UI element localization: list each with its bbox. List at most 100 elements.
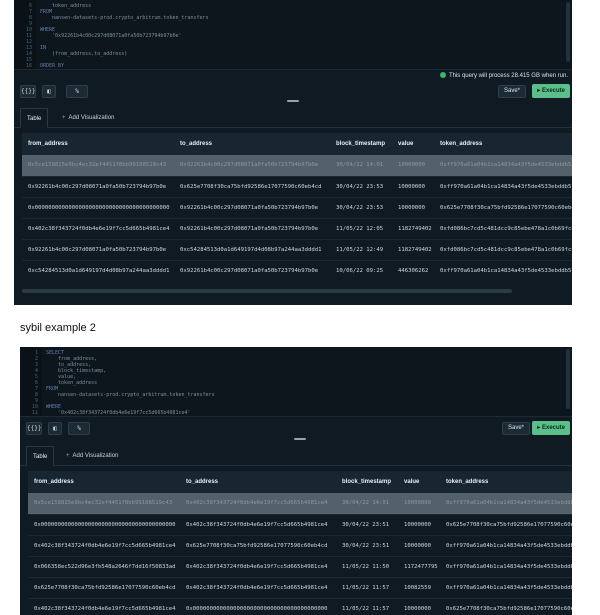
table-cell[interactable]: 1182749402 (392, 218, 434, 240)
table-cell[interactable]: 0x00000000000000000000000000000000000000… (22, 197, 174, 219)
layout-toggle-button[interactable]: ◧ (48, 422, 62, 435)
table-cell[interactable]: 0xff970a61a04b1ca14834a43f5de4533ebddb5c… (440, 535, 572, 557)
table-cell[interactable]: 10000000 (392, 197, 434, 219)
column-header[interactable]: token_address (434, 133, 572, 155)
table-cell[interactable]: 0xc54284513d0a1d649197d4d08b97a244aa3ddd… (22, 260, 174, 277)
editor-scrollbar[interactable] (566, 2, 570, 62)
column-header[interactable]: block_timestamp (336, 471, 398, 493)
table-cell[interactable]: 10000000 (392, 155, 434, 177)
table-cell[interactable]: 0xfd086bc7cd5c481dcc9c85ebe478a1c0b69fcb… (434, 239, 572, 261)
table-cell[interactable]: 1182749402 (392, 239, 434, 261)
table-cell[interactable]: 0x92261b4c00c297d08071a0fa50b723794b97b0… (174, 197, 330, 219)
column-header[interactable]: value (398, 471, 440, 493)
table-cell[interactable]: 30/04/22 23:51 (336, 514, 398, 536)
table-cell[interactable]: 11/05/22 11:57 (336, 598, 398, 615)
table-row[interactable]: 0xc54284513d0a1d649197d4d08b97a244aa3ddd… (22, 260, 572, 277)
table-cell[interactable]: 0x402c38f343724f0db4e6e19f7cc5d665b4981c… (180, 577, 336, 599)
column-header[interactable]: from_address (22, 133, 174, 155)
column-header[interactable]: from_address (28, 471, 180, 493)
table-cell[interactable]: 10000000 (398, 514, 440, 536)
table-cell[interactable]: 0x402c38f343724f0db4e6e19f7cc5d665b4981c… (180, 493, 336, 515)
table-cell[interactable]: 0x625e7708f30ca75bfd92586e17077590c60eb4… (28, 577, 180, 599)
tab-add-visualization[interactable]: + Add Visualization (56, 108, 120, 128)
tab-table[interactable]: Table (26, 446, 55, 466)
sql-editor[interactable]: 1 SELECT 2 from_address, 3 to_address, 4 blo… (20, 347, 572, 417)
table-row[interactable]: 0x92261b4c00c297d08071a0fa50b723794b97b0… (22, 239, 572, 261)
column-header[interactable]: to_address (180, 471, 336, 493)
format-button[interactable]: {{}} (20, 85, 36, 98)
table-row[interactable]: 0x00000000000000000000000000000000000000… (28, 514, 572, 536)
table-cell[interactable]: 10082559 (398, 577, 440, 599)
table-cell[interactable]: 0x625e7708f30ca75bfd92586e17077590c60eb4… (440, 514, 572, 536)
table-cell[interactable]: 0xff970a61a04b1ca14834a43f5de4533ebddb5c… (434, 260, 572, 277)
table-cell[interactable]: 10000000 (392, 176, 434, 198)
table-cell[interactable]: 0x402c38f343724f0db4e6e19f7cc5d665b4981c… (180, 556, 336, 578)
column-header[interactable]: block_timestamp (330, 133, 392, 155)
table-cell[interactable]: 10000000 (398, 493, 440, 515)
table-cell[interactable]: 0xfd086bc7cd5c481dcc9c85ebe478a1c0b69fcb… (434, 218, 572, 240)
table-row[interactable]: 0x402c38f343724f0db4e6e19f7cc5d665b4981c… (22, 218, 572, 240)
table-cell[interactable]: 30/04/22 23:51 (336, 535, 398, 557)
table-cell[interactable]: 30/04/22 14:01 (330, 155, 392, 177)
table-cell[interactable]: 30/04/22 23:53 (330, 197, 392, 219)
table-cell[interactable]: 0xff970a61a04b1ca14834a43f5de4533ebddb5c… (440, 577, 572, 599)
column-header[interactable]: value (392, 133, 434, 155)
table-cell[interactable]: 0x625e7708f30ca75bfd92586e17077590c60eb4… (174, 176, 330, 198)
column-header[interactable]: to_address (174, 133, 330, 155)
table-cell[interactable]: 0x402c38f343724f0db4e6e19f7cc5d665b4981c… (28, 598, 180, 615)
column-header[interactable]: token_address (440, 471, 572, 493)
table-cell[interactable]: 11/05/22 12:05 (330, 218, 392, 240)
table-row[interactable]: 0x625e7708f30ca75bfd92586e17077590c60eb4… (28, 577, 572, 599)
table-cell[interactable]: 0x5ce158815e9bc4ec32ef4451f8bb99108519c4… (28, 493, 180, 515)
table-row[interactable]: 0x402c38f343724f0db4e6e19f7cc5d665b4981c… (28, 535, 572, 557)
table-cell[interactable]: 0x92261b4c00c297d08071a0fa50b723794b97b0… (174, 155, 330, 177)
editor-scrollbar[interactable] (566, 349, 570, 409)
table-cell[interactable]: 10/06/22 09:25 (330, 260, 392, 277)
table-cell[interactable]: 0x92261b4c00c297d08071a0fa50b723794b97b0… (22, 239, 174, 261)
table-cell[interactable]: 0xff970a61a04b1ca14834a43f5de4533ebddb5c… (434, 155, 572, 177)
table-cell[interactable]: 0xff970a61a04b1ca14834a43f5de4533ebddb5c… (434, 176, 572, 198)
table-cell[interactable]: 1172477795 (398, 556, 440, 578)
table-cell[interactable]: 10000000 (398, 598, 440, 615)
table-cell[interactable]: 11/05/22 12:49 (330, 239, 392, 261)
table-cell[interactable]: 0x402c38f343724f0db4e6e19f7cc5d665b4981c… (22, 218, 174, 240)
percent-button[interactable]: % (66, 85, 88, 98)
resize-handle[interactable] (294, 438, 306, 440)
table-cell[interactable]: 30/04/22 14:01 (336, 493, 398, 515)
resize-handle[interactable] (287, 100, 299, 102)
table-row[interactable]: 0x5ce158815e9bc4ec32ef4451f8bb99108519c4… (28, 493, 572, 515)
table-cell[interactable]: 0xc54284513d0a1d649197d4d08b97a244aa3ddd… (174, 239, 330, 261)
table-cell[interactable]: 0xff970a61a04b1ca14834a43f5de4533ebddb5c… (440, 493, 572, 515)
table-cell[interactable]: 0x066358ec522d96e3fb548a2646f7dd16f50833… (28, 556, 180, 578)
layout-toggle-button[interactable]: ◧ (42, 85, 56, 98)
table-cell[interactable]: 11/05/22 11:50 (336, 556, 398, 578)
table-cell[interactable]: 0x625e7708f30ca75bfd92586e17077590c60eb4… (440, 598, 572, 615)
sql-editor[interactable]: 6 token_address 7 FROM 8 nansen-datasets-pr… (14, 0, 572, 70)
table-cell[interactable]: 0xff970a61a04b1ca14834a43f5de4533ebddb5c… (440, 556, 572, 578)
table-cell[interactable]: 30/04/22 23:53 (330, 176, 392, 198)
table-cell[interactable]: 0x402c38f343724f0db4e6e19f7cc5d665b4981c… (180, 514, 336, 536)
table-row[interactable]: 0x066358ec522d96e3fb548a2646f7dd16f50833… (28, 556, 572, 578)
table-cell[interactable]: 0x625e7708f30ca75bfd92586e17077590c60eb4… (434, 197, 572, 219)
execute-button[interactable]: ▸ Execute (532, 84, 570, 98)
save-button[interactable]: Save* (501, 422, 530, 435)
save-button[interactable]: Save* (497, 85, 526, 98)
table-cell[interactable]: 446306262 (392, 260, 434, 277)
execute-button[interactable]: ▸ Execute (532, 421, 570, 435)
percent-button[interactable]: % (68, 422, 90, 435)
tab-add-visualization[interactable]: + Add Visualization (60, 446, 124, 466)
tab-table[interactable]: Table (20, 108, 49, 128)
table-cell[interactable]: 10000000 (398, 535, 440, 557)
table-cell[interactable]: 0x92261b4c00c297d08071a0fa50b723794b97b0… (174, 260, 330, 277)
table-row[interactable]: 0x402c38f343724f0db4e6e19f7cc5d665b4981c… (28, 598, 572, 615)
table-row[interactable]: 0x5ce158815e9bc4ec32ef4451f8bb99108519c4… (22, 155, 572, 177)
table-cell[interactable]: 0x92261b4c00c297d08071a0fa50b723794b97b0… (174, 218, 330, 240)
table-cell[interactable]: 11/05/22 11:57 (336, 577, 398, 599)
table-row[interactable]: 0x00000000000000000000000000000000000000… (22, 197, 572, 219)
table-cell[interactable]: 0x402c38f343724f0db4e6e19f7cc5d665b4981c… (28, 535, 180, 557)
table-cell[interactable]: 0x5ce158815e9bc4ec32ef4451f8bb99108519c4… (22, 155, 174, 177)
table-row[interactable]: 0x92261b4c00c297d08071a0fa50b723794b97b0… (22, 176, 572, 198)
format-button[interactable]: {{}} (26, 422, 42, 435)
table-cell[interactable]: 0x00000000000000000000000000000000000000… (28, 514, 180, 536)
table-cell[interactable]: 0x92261b4c00c297d08071a0fa50b723794b97b0… (22, 176, 174, 198)
